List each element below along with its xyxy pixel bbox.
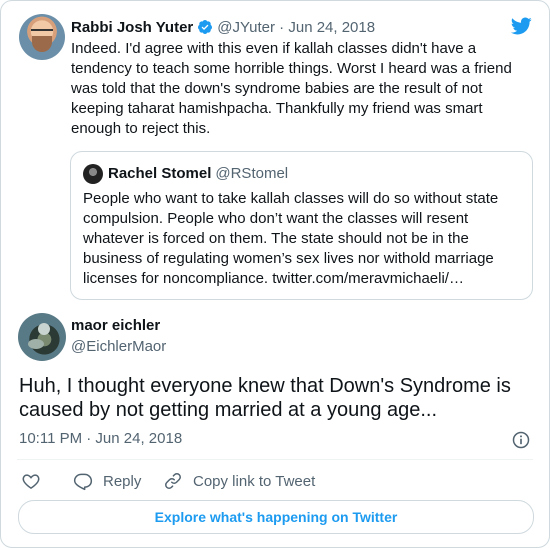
divider: [17, 459, 533, 460]
reply-label: Reply: [103, 472, 142, 490]
parent-tweet-header: Rabbi Josh Yuter @JYuter · Jun 24, 2018: [71, 17, 375, 37]
parent-author-name[interactable]: Rabbi Josh Yuter: [71, 19, 193, 36]
avatar-maor-eichler[interactable]: [18, 313, 66, 361]
tweet-timestamp[interactable]: 10:11 PM · Jun 24, 2018: [19, 430, 182, 447]
copy-link-label: Copy link to Tweet: [193, 472, 316, 490]
main-tweet-text: Huh, I thought everyone knew that Down's…: [19, 375, 511, 421]
embedded-tweet-card: Rabbi Josh Yuter @JYuter · Jun 24, 2018 …: [0, 0, 550, 548]
quoted-tweet-header: Rachel Stomel @RStomel: [108, 165, 288, 182]
quoted-tweet-text: People who want to take kallah classes w…: [83, 190, 499, 287]
quoted-tweet[interactable]: Rachel Stomel @RStomel People who want t…: [70, 151, 533, 300]
quoted-author-handle: @RStomel: [215, 165, 289, 182]
twitter-bird-icon[interactable]: [509, 15, 533, 37]
explore-twitter-button[interactable]: Explore what's happening on Twitter: [18, 500, 534, 534]
like-button[interactable]: [21, 470, 41, 492]
parent-author-handle-and-date[interactable]: @JYuter · Jun 24, 2018: [217, 19, 375, 36]
link-icon: [165, 473, 181, 489]
heart-icon: [22, 474, 40, 489]
main-author-name[interactable]: maor eichler: [71, 317, 160, 334]
copy-link-button[interactable]: Copy link to Tweet: [163, 470, 315, 492]
avatar-josh-yuter[interactable]: [19, 14, 65, 60]
verified-badge-icon: [198, 20, 213, 34]
quoted-author-name: Rachel Stomel: [108, 165, 212, 182]
main-author-handle[interactable]: @EichlerMaor: [71, 338, 166, 355]
info-icon[interactable]: [511, 430, 531, 450]
avatar-rachel-stomel: [83, 164, 103, 184]
reply-button[interactable]: Reply: [73, 470, 141, 492]
reply-icon: [73, 473, 93, 491]
parent-tweet-text: Indeed. I'd agree with this even if kall…: [71, 40, 512, 137]
